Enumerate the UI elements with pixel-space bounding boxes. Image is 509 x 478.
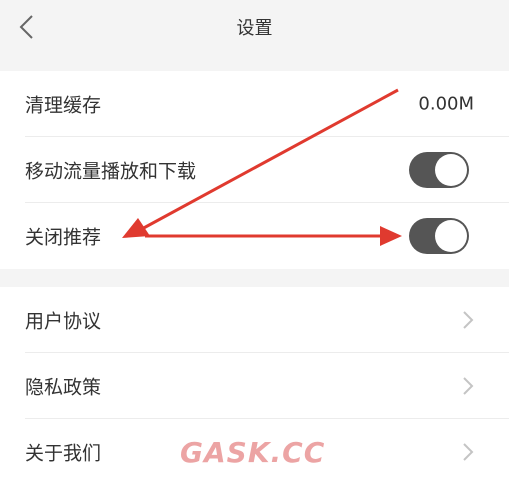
about-us-label: 关于我们: [25, 442, 102, 465]
cache-size-value: 0.00M: [418, 93, 474, 115]
toggle-knob: [435, 154, 467, 186]
user-agreement-row[interactable]: 用户协议: [0, 287, 509, 353]
page-title: 设置: [236, 18, 273, 39]
clear-cache-label: 清理缓存: [25, 94, 102, 117]
privacy-policy-row[interactable]: 隐私政策: [0, 353, 509, 419]
disable-recommendation-toggle[interactable]: [409, 218, 469, 254]
toggle-knob: [435, 220, 467, 252]
mobile-data-play-download-row: 移动流量播放和下载: [0, 137, 509, 203]
chevron-right-icon: [461, 309, 475, 331]
mobile-data-play-download-label: 移动流量播放和下载: [25, 160, 197, 183]
chevron-right-icon: [461, 375, 475, 397]
mobile-data-toggle[interactable]: [409, 152, 469, 188]
settings-group-storage: 清理缓存 0.00M 移动流量播放和下载 关闭推荐: [0, 71, 509, 269]
privacy-policy-label: 隐私政策: [25, 376, 102, 399]
chevron-right-icon: [461, 441, 475, 463]
navigation-bar: 设置: [0, 0, 509, 55]
user-agreement-label: 用户协议: [25, 310, 102, 333]
disable-recommendation-row: 关闭推荐: [0, 203, 509, 269]
disable-recommendation-label: 关闭推荐: [25, 226, 102, 249]
watermark-text: GASK.CC: [180, 436, 326, 469]
clear-cache-row[interactable]: 清理缓存 0.00M: [0, 71, 509, 137]
settings-screen: 设置 清理缓存 0.00M 移动流量播放和下载 关闭推荐 用户协议 隐私政策 关…: [0, 0, 509, 478]
